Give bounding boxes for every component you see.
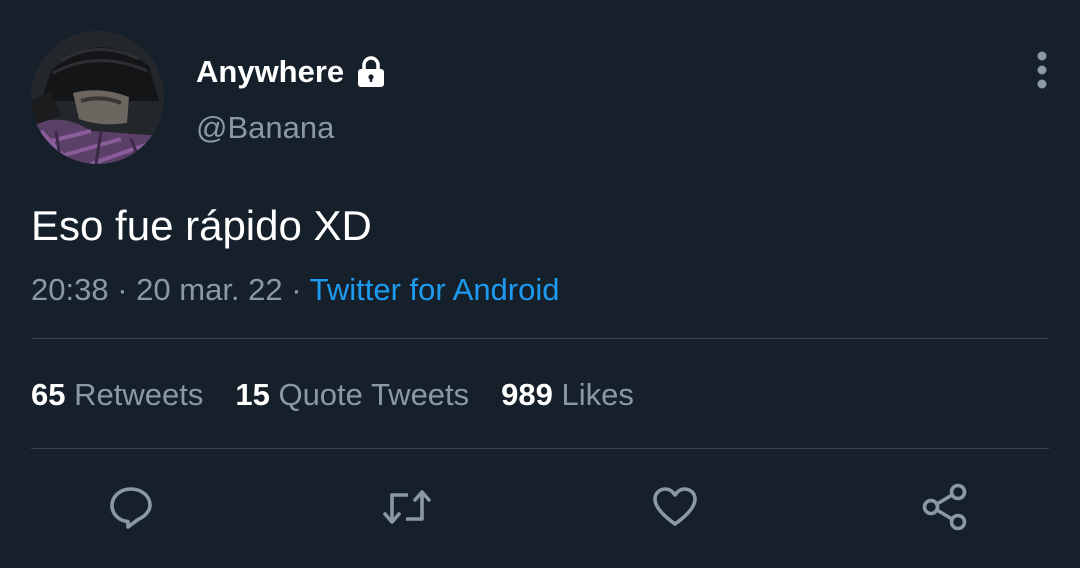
meta-separator: ·	[117, 272, 128, 307]
author-handle[interactable]: @Banana	[196, 108, 334, 148]
tweet-time: 20:38	[31, 272, 109, 307]
avatar[interactable]	[31, 31, 164, 164]
reply-button[interactable]	[106, 482, 156, 532]
retweet-button[interactable]	[382, 482, 432, 532]
retweets-count: 65	[31, 377, 66, 412]
divider	[31, 338, 1049, 339]
tweet-source-link[interactable]: Twitter for Android	[310, 272, 560, 307]
tweet-detail: Anywhere @Banana Eso fue rápido XD 20:38…	[0, 0, 1080, 568]
tweet-date: 20 mar. 22	[136, 272, 283, 307]
heart-icon	[653, 487, 697, 526]
share-nodes-icon	[922, 483, 967, 531]
author-name-row[interactable]: Anywhere	[196, 52, 389, 92]
like-button[interactable]	[650, 482, 700, 532]
tweet-stats: 65 Retweets 15 Quote Tweets 989 Likes	[31, 375, 666, 415]
retweets-label: Retweets	[74, 377, 204, 412]
quote-tweets-label: Quote Tweets	[278, 377, 470, 412]
quote-tweets-count: 15	[235, 377, 270, 412]
tweet-meta: 20:38 · 20 mar. 22 · Twitter for Android	[31, 270, 560, 310]
lock-icon	[353, 54, 389, 90]
tweet-text: Eso fue rápido XD	[31, 202, 372, 249]
more-options-icon[interactable]	[1026, 48, 1058, 92]
likes-stat[interactable]: 989 Likes	[501, 375, 634, 415]
meta-separator: ·	[291, 272, 302, 307]
share-button[interactable]	[920, 482, 970, 532]
retweets-stat[interactable]: 65 Retweets	[31, 375, 203, 415]
quote-tweets-stat[interactable]: 15 Quote Tweets	[235, 375, 469, 415]
likes-count: 989	[501, 377, 553, 412]
display-name[interactable]: Anywhere	[196, 52, 344, 92]
speech-bubble-icon	[110, 487, 152, 529]
retweet-arrows-icon	[383, 490, 431, 524]
divider	[31, 448, 1049, 449]
likes-label: Likes	[561, 377, 634, 412]
